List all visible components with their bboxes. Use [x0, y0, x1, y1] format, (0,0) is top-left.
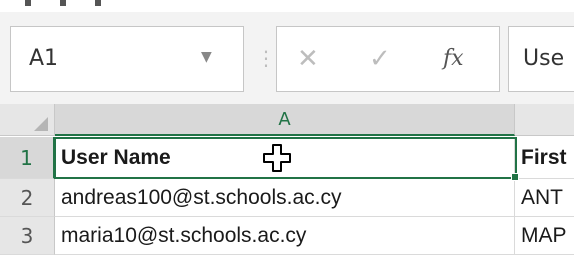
cell-b3[interactable]: MAP — [515, 217, 574, 255]
name-box-value: A1 — [29, 46, 59, 71]
insert-function-icon[interactable]: fx — [443, 41, 464, 77]
select-all-corner[interactable] — [0, 104, 55, 136]
checkmark-icon[interactable]: ✓ — [369, 41, 391, 77]
column-header-a[interactable]: A — [55, 104, 515, 136]
select-all-triangle-icon — [34, 117, 48, 131]
row-header-2[interactable]: 2 — [0, 179, 55, 217]
vertical-dots-icon[interactable]: ⋮ — [256, 38, 276, 78]
cancel-x-icon[interactable]: ✕ — [297, 41, 319, 77]
row-header-1[interactable]: 1 — [0, 137, 55, 179]
cell-b1[interactable]: First — [515, 137, 574, 179]
cell-a2[interactable]: andreas100@st.schools.ac.cy — [55, 179, 515, 217]
fill-handle[interactable] — [511, 173, 519, 181]
row-header-3[interactable]: 3 — [0, 217, 55, 255]
dropdown-arrow-icon[interactable]: ▼ — [201, 49, 212, 65]
ribbon-fragment — [95, 0, 101, 6]
cell-b2[interactable]: ANT — [515, 179, 574, 217]
formula-input[interactable]: Use — [508, 26, 574, 92]
formula-buttons: ✕ ✓ fx — [276, 26, 500, 92]
ribbon-fragment — [60, 0, 66, 6]
name-box[interactable]: A1 ▼ — [10, 26, 244, 92]
column-header-b[interactable] — [515, 104, 574, 136]
formula-value: Use — [523, 46, 565, 71]
ribbon-fragment — [25, 0, 31, 6]
cell-a3[interactable]: maria10@st.schools.ac.cy — [55, 217, 515, 255]
ribbon-strip — [0, 0, 574, 10]
plus-cross-cursor-icon — [263, 144, 291, 172]
